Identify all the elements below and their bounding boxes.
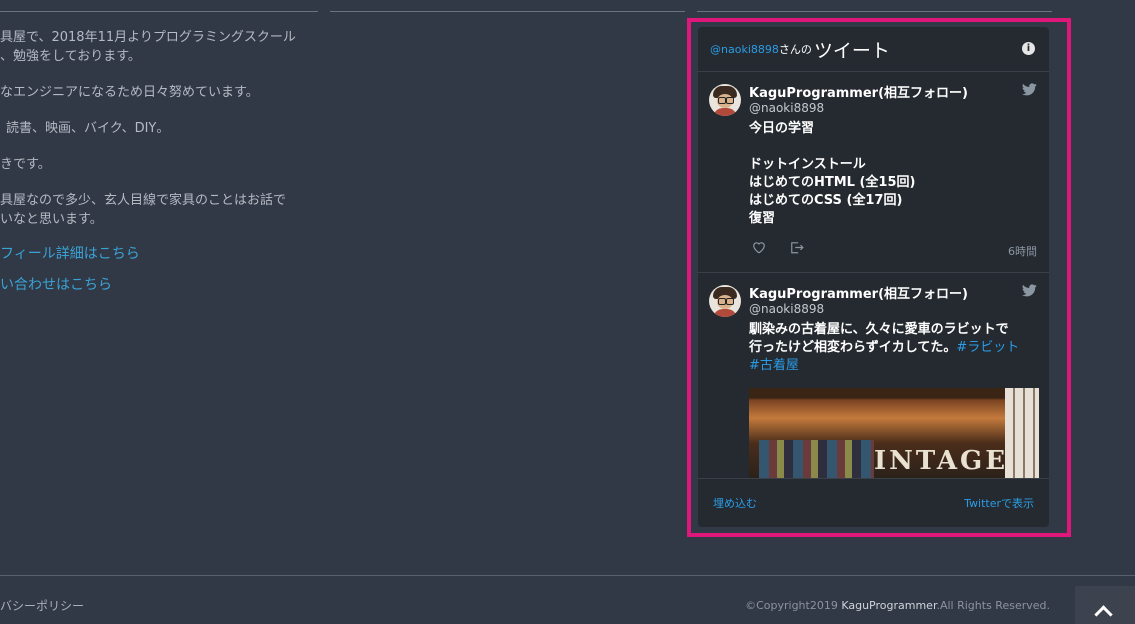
hashtag-link[interactable]: #ラビット [956,340,1019,355]
tweet-text: 馴染みの古着屋に、久々に愛車のラビットで 行ったけど相変わらずイカしてた。#ラビ… [749,321,1039,375]
about-line: いなと思います。 [0,212,103,227]
tweet-author-handle[interactable]: @naoki8898 [749,101,824,115]
widget-header: @naoki8898 さんの ツイート i [698,27,1049,72]
heart-icon[interactable] [752,241,766,254]
tweet-photo[interactable]: INTAGE [749,388,1039,479]
about-line: きです。 [0,157,51,172]
copyright-prefix: ©Copyright2019 [745,599,842,612]
privacy-policy-link[interactable]: バシーポリシー [0,597,84,614]
about-line: 、勉強をしております。 [0,49,141,64]
contact-link[interactable]: い合わせはこちら [0,276,330,295]
share-icon[interactable] [790,241,804,254]
profile-detail-link[interactable]: フィール詳細はこちら [0,245,330,264]
about-line: 読書、映画、バイク、DIY。 [6,121,170,136]
avatar[interactable] [709,84,741,116]
twitter-bird-icon[interactable] [1022,284,1037,297]
tweet-author-name[interactable]: KaguProgrammer(相互フォロー) [749,82,968,101]
avatar[interactable] [709,285,741,317]
twitter-header-rule [697,11,1052,12]
tweet-author-name[interactable]: KaguProgrammer(相互フォロー) [749,283,968,302]
tweet-author-handle[interactable]: @naoki8898 [749,302,824,316]
tweet-timestamp[interactable]: 6時間 [1008,243,1037,259]
tweet-item[interactable]: KaguProgrammer(相互フォロー) @naoki8898 馴染みの古着… [698,273,1049,479]
about-header-rule [0,11,318,12]
tweet-text-line [749,138,1039,156]
back-to-top-button[interactable] [1075,586,1135,624]
tweet-text-line: はじめてのCSS (全17回) [749,193,903,208]
header-title: ツイート [813,39,890,62]
tweet-text: 今日の学習 ドットインストール はじめてのHTML (全15回) はじめてのCS… [749,120,1039,228]
hashtag-link[interactable]: #古着屋 [749,358,799,373]
about-section: 具屋で、2018年11月よりプログラミングスクール 、勉強をしております。 なエ… [0,28,330,295]
tweet-text-line: 復習 [749,211,776,226]
tweet-text-line: 馴染みの古着屋に、久々に愛車のラビットで [749,322,1009,337]
header-san-no: さんの [778,43,812,56]
twitter-bird-icon[interactable] [1022,83,1037,96]
widget-footer: 埋め込む Twitterで表示 [698,478,1049,527]
copyright-brand[interactable]: KaguProgrammer [841,599,936,612]
tweet-text-line: 今日の学習 [749,121,815,136]
about-line: なエンジニアになるため日々努めています。 [0,85,259,100]
tweet-timeline[interactable]: KaguProgrammer(相互フォロー) @naoki8898 今日の学習 … [698,72,1049,479]
footer-divider [0,575,1135,576]
copyright-text: ©Copyright2019 KaguProgrammer.All Rights… [745,599,1050,612]
tweet-text-line: はじめてのHTML (全15回) [749,175,916,190]
header-handle-link[interactable]: @naoki8898 [710,43,779,56]
view-on-twitter-link[interactable]: Twitterで表示 [964,495,1034,511]
photo-sign-text: INTAGE [874,446,1009,476]
info-icon[interactable]: i [1022,42,1035,55]
copyright-suffix: .All Rights Reserved. [936,599,1050,612]
about-line: 具屋で、2018年11月よりプログラミングスクール [0,30,296,45]
tweet-item[interactable]: KaguProgrammer(相互フォロー) @naoki8898 今日の学習 … [698,72,1049,273]
twitter-timeline-widget: @naoki8898 さんの ツイート i KaguProgrammer(相互フ… [698,27,1049,527]
tweet-text-line: 行ったけど相変わらずイカしてた。 [749,340,957,355]
portfolio-header-rule [330,11,685,12]
chevron-up-icon [1094,605,1113,624]
about-line: 具屋なので多少、玄人目線で家具のことはお話で [0,193,287,208]
tweet-text-line: ドットインストール [749,157,866,172]
embed-link[interactable]: 埋め込む [713,495,757,511]
